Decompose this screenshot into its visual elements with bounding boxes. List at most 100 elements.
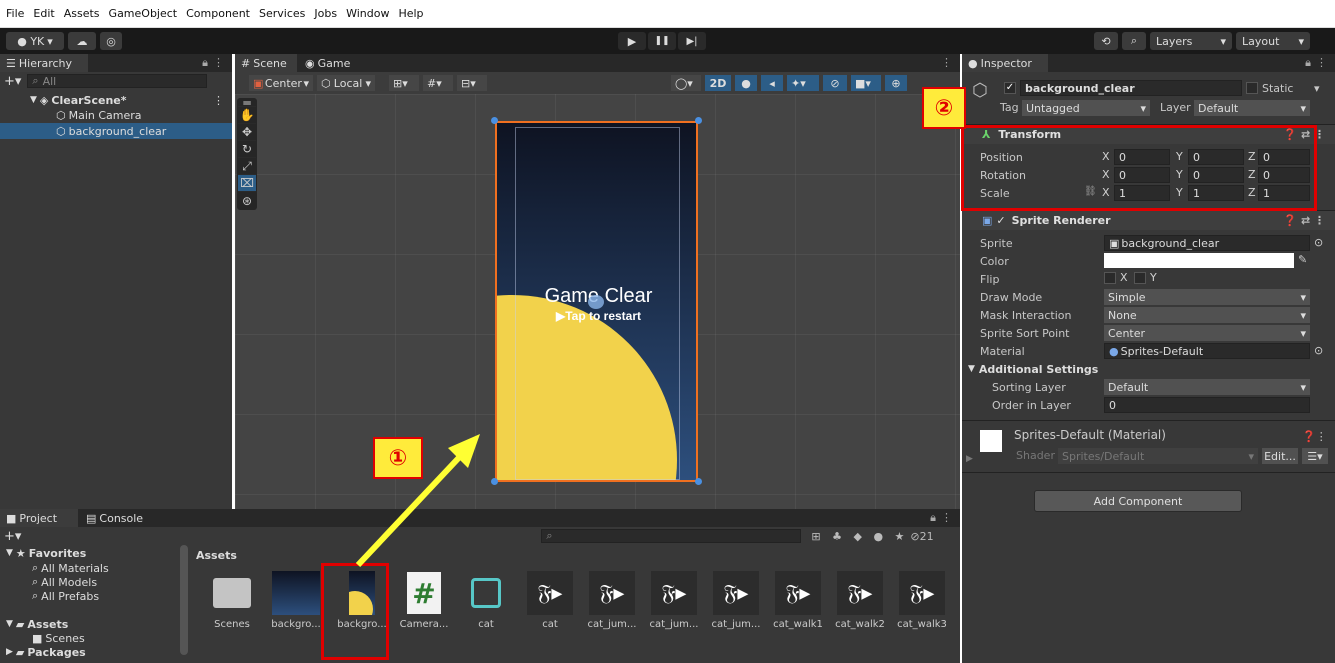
resize-handle[interactable] <box>491 117 498 124</box>
assets-foldout[interactable]: ▼ ▰ Assets <box>0 617 178 631</box>
hand-tool-icon[interactable]: ✋ <box>238 107 256 124</box>
resize-handle[interactable] <box>695 117 702 124</box>
play-button[interactable]: ▶ <box>618 32 646 50</box>
help-icon[interactable]: ❓⋮ <box>1302 430 1327 443</box>
favorite-item[interactable]: ⌕ All Prefabs <box>0 589 178 603</box>
enabled-checkbox[interactable]: ✓ <box>996 214 1005 227</box>
object-picker-icon[interactable]: ⊙ <box>1314 344 1323 357</box>
transform-tool-icon[interactable]: ⊛ <box>238 192 256 209</box>
packages-foldout[interactable]: ▶ ▰ Packages <box>0 645 178 659</box>
asset-item[interactable]: 𝔉▸ cat_jum... <box>708 571 764 630</box>
tree-scrollbar[interactable] <box>180 545 188 655</box>
audio-button[interactable]: ◂ <box>761 75 783 91</box>
chevron-down-icon[interactable]: ▾ <box>1314 82 1320 95</box>
menu-help[interactable]: Help <box>398 7 423 20</box>
asset-item[interactable]: 𝔉▸ cat_jum... <box>646 571 702 630</box>
kebab-menu-icon[interactable]: ⋮ <box>213 94 224 107</box>
object-picker-icon[interactable]: ⊙ <box>1314 236 1323 249</box>
hierarchy-search-input[interactable]: ⌕ All <box>27 74 208 88</box>
search-button[interactable]: ⌕ <box>1122 32 1146 50</box>
history-button[interactable]: ⟲ <box>1094 32 1118 50</box>
rect-tool-icon[interactable]: ⌧ <box>238 175 256 192</box>
menu-jobs[interactable]: Jobs <box>314 7 337 20</box>
tag-dropdown[interactable]: Untagged ▾ <box>1022 100 1150 116</box>
tab-hierarchy[interactable]: ☰ Hierarchy <box>0 54 88 72</box>
menu-gameobject[interactable]: GameObject <box>109 7 178 20</box>
collab-button[interactable]: ◎ <box>100 32 122 50</box>
edit-shader-button[interactable]: Edit... <box>1262 448 1298 464</box>
lock-icon[interactable]: 🔒︎ <box>202 56 208 70</box>
add-icon[interactable]: +▾ <box>4 74 21 89</box>
kebab-menu-icon[interactable]: ⋮ <box>1316 56 1327 69</box>
kebab-menu-icon[interactable]: ⋮ <box>213 56 224 69</box>
shader-menu-button[interactable]: ☰▾ <box>1302 448 1328 464</box>
palette-handle[interactable]: ═ <box>238 96 256 110</box>
asset-item[interactable]: 𝔉▸ cat <box>522 571 578 630</box>
menu-services[interactable]: Services <box>259 7 305 20</box>
asset-item[interactable]: Scenes <box>204 571 260 630</box>
material-field[interactable]: ● Sprites-Default <box>1104 343 1310 359</box>
cloud-button[interactable]: ☁ <box>68 32 96 50</box>
gizmos-button[interactable]: ⊕ <box>885 75 907 91</box>
layers-dropdown[interactable]: Layers ▾ <box>1150 32 1232 50</box>
resize-handle[interactable] <box>695 478 702 485</box>
grid-dropdown[interactable]: #▾ <box>423 75 453 91</box>
scene-row[interactable]: ▼ ◈ ClearScene* ⋮ <box>0 92 232 108</box>
tab-console[interactable]: ▤ Console <box>80 509 150 527</box>
rotate-tool-icon[interactable]: ↻ <box>238 141 256 158</box>
menu-assets[interactable]: Assets <box>64 7 100 20</box>
asset-item[interactable]: 𝔉▸ cat_jum... <box>584 571 640 630</box>
filter-icons[interactable]: ⊞ ♣ ◆ ● ★ <box>811 530 908 543</box>
menu-component[interactable]: Component <box>186 7 250 20</box>
additional-settings-foldout[interactable]: ▼ Additional Settings <box>968 360 1098 378</box>
toggle-2d-button[interactable]: 2D <box>705 75 731 91</box>
lighting-button[interactable]: ● <box>735 75 757 91</box>
pivot-dropdown[interactable]: ▣ Center ▾ <box>249 75 313 91</box>
add-component-button[interactable]: Add Component <box>1034 490 1242 512</box>
layout-dropdown[interactable]: Layout ▾ <box>1236 32 1310 50</box>
lock-icon[interactable]: 🔒︎ <box>1305 56 1311 70</box>
account-button[interactable]: ● YK ▾ <box>6 32 64 50</box>
lock-icon[interactable]: 🔒︎ <box>930 511 936 525</box>
sorting-layer-dropdown[interactable]: Default ▾ <box>1104 379 1310 395</box>
hierarchy-item[interactable]: ⬡ Main Camera <box>0 107 232 123</box>
tab-inspector[interactable]: ● Inspector <box>962 54 1048 72</box>
tab-scene[interactable]: # Scene <box>235 54 297 72</box>
project-search-input[interactable]: ⌕ <box>541 529 802 543</box>
menu-file[interactable]: File <box>6 7 24 20</box>
color-swatch[interactable] <box>1104 253 1294 268</box>
hidden-objects-button[interactable]: ⊘ <box>823 75 847 91</box>
favorites-foldout[interactable]: ▼ ★ Favorites <box>0 545 178 561</box>
increment-dropdown[interactable]: ⊟▾ <box>457 75 487 91</box>
flip-y-checkbox[interactable] <box>1134 272 1146 284</box>
camera-gizmo-icon[interactable] <box>588 295 604 309</box>
menu-window[interactable]: Window <box>346 7 389 20</box>
layer-dropdown[interactable]: Default ▾ <box>1194 100 1310 116</box>
tab-game[interactable]: ◉ Game <box>299 54 359 72</box>
shader-dropdown[interactable]: Sprites/Default ▾ <box>1058 448 1258 464</box>
sprite-field[interactable]: ▣ background_clear <box>1104 235 1310 251</box>
order-in-layer-input[interactable]: 0 <box>1104 397 1310 413</box>
move-tool-icon[interactable]: ✥ <box>238 124 256 141</box>
favorite-item[interactable]: ⌕ All Models <box>0 575 178 589</box>
flip-x-checkbox[interactable] <box>1104 272 1116 284</box>
eyedropper-icon[interactable]: ✎ <box>1298 253 1307 266</box>
kebab-menu-icon[interactable]: ⋮ <box>941 56 952 69</box>
effects-dropdown[interactable]: ✦▾ <box>787 75 819 91</box>
kebab-menu-icon[interactable]: ⋮ <box>941 511 952 524</box>
asset-item[interactable]: 𝔉▸ cat_walk2 <box>832 571 888 630</box>
help-icon[interactable]: ❓ ⇄ ⋮ <box>1283 214 1325 227</box>
chevron-right-icon[interactable]: ▶ <box>966 454 973 464</box>
static-checkbox[interactable] <box>1246 82 1258 94</box>
breadcrumb[interactable]: Assets <box>196 549 237 562</box>
step-button[interactable]: ▶| <box>678 32 706 50</box>
asset-item[interactable]: # Camera... <box>396 571 452 630</box>
folder-item[interactable]: ■ Scenes <box>0 631 178 645</box>
asset-item[interactable]: cat <box>458 571 514 630</box>
menu-edit[interactable]: Edit <box>33 7 54 20</box>
draw-mode-dropdown[interactable]: Simple ▾ <box>1104 289 1310 305</box>
asset-item[interactable]: 𝔉▸ cat_walk1 <box>770 571 826 630</box>
camera-dropdown[interactable]: ■▾ <box>851 75 881 91</box>
sort-point-dropdown[interactable]: Center ▾ <box>1104 325 1310 341</box>
object-name-input[interactable]: background_clear <box>1020 80 1242 96</box>
